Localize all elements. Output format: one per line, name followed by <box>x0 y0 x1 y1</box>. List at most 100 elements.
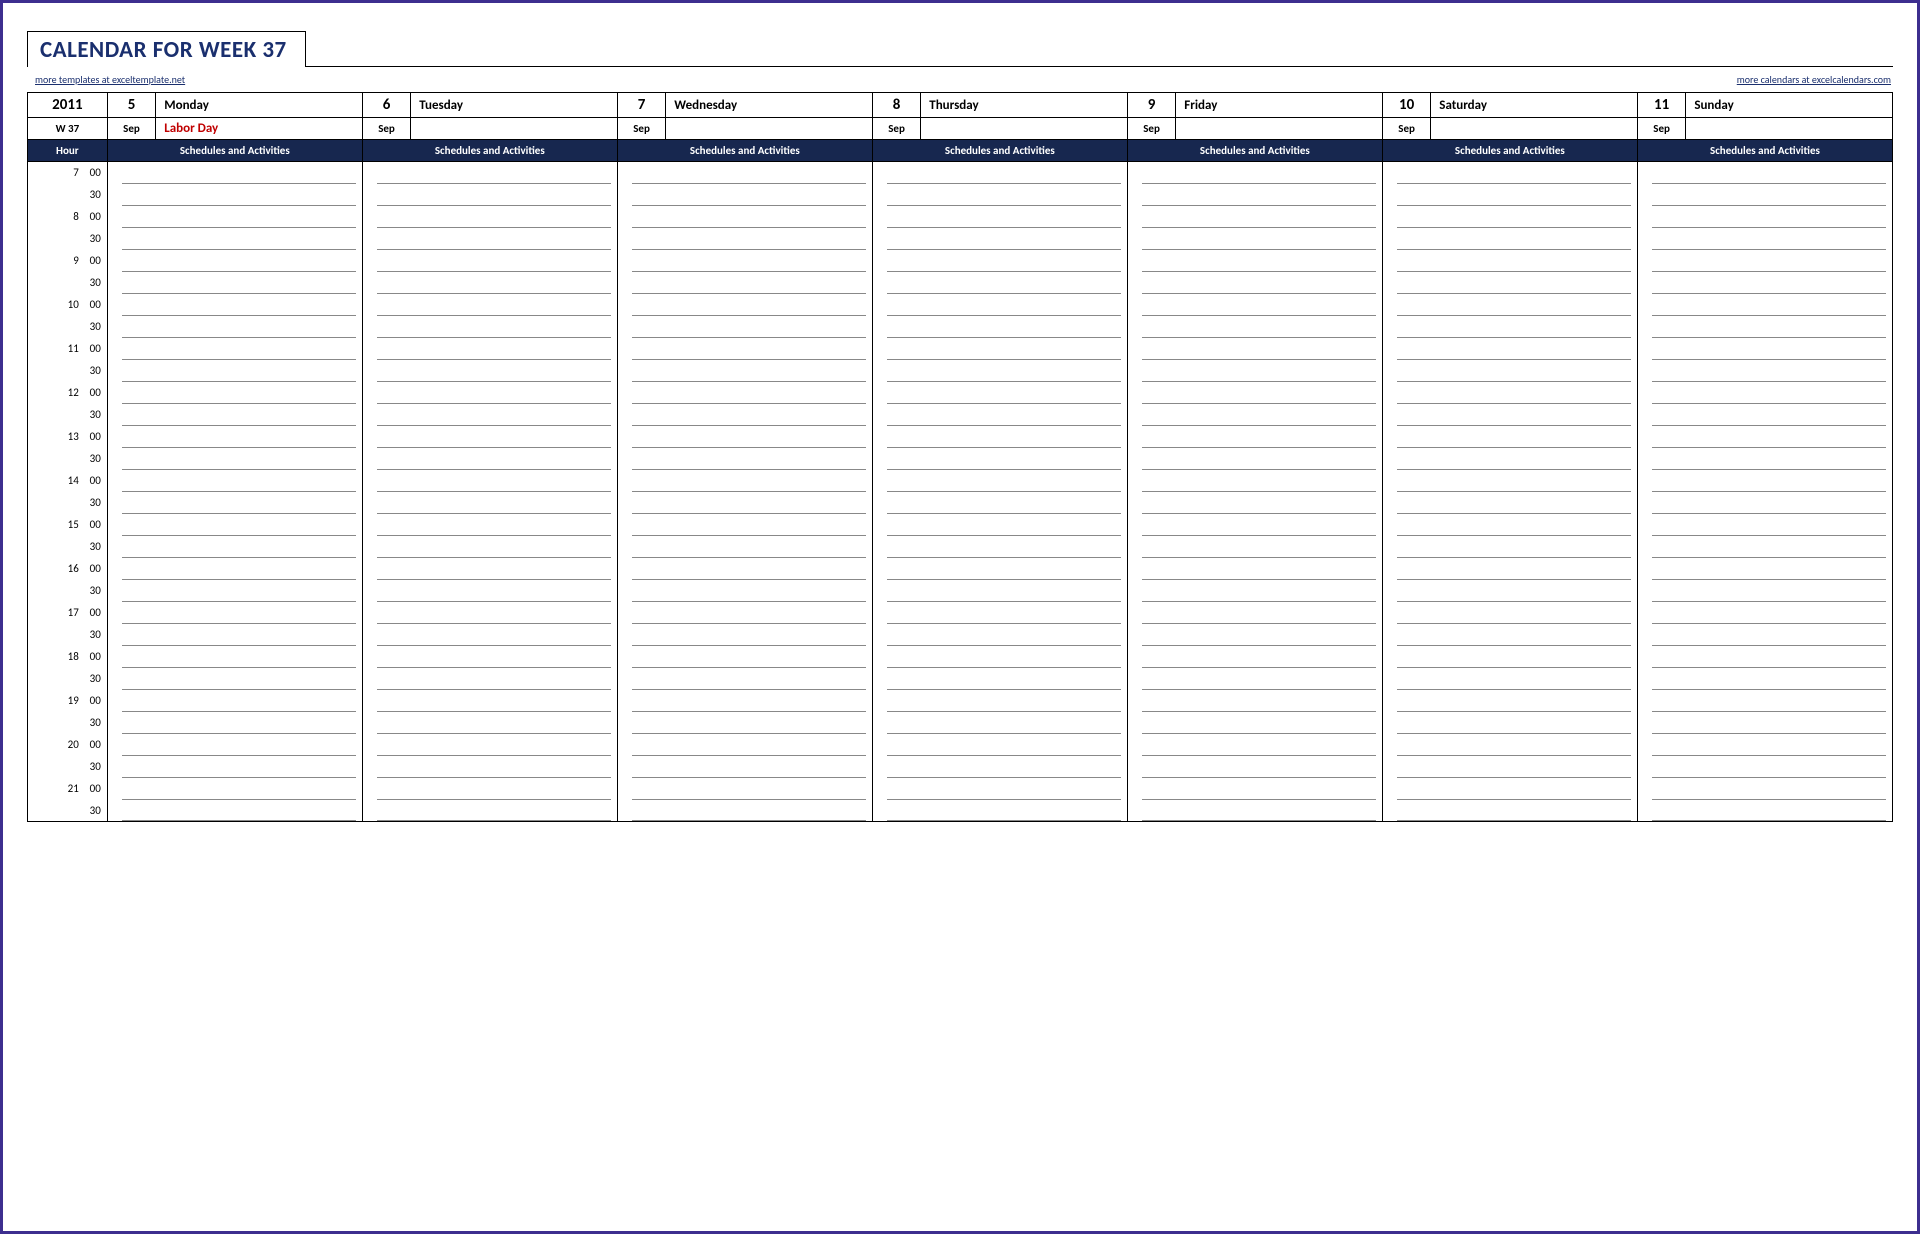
schedule-cell[interactable] <box>107 580 362 602</box>
schedule-cell[interactable] <box>1127 800 1382 822</box>
schedule-cell[interactable] <box>872 624 1127 646</box>
schedule-cell[interactable] <box>1382 514 1637 536</box>
schedule-cell[interactable] <box>1382 690 1637 712</box>
schedule-cell[interactable] <box>617 294 872 316</box>
schedule-cell[interactable] <box>362 470 617 492</box>
schedule-cell[interactable] <box>1637 338 1892 360</box>
schedule-cell[interactable] <box>362 624 617 646</box>
schedule-cell[interactable] <box>1382 228 1637 250</box>
schedule-cell[interactable] <box>617 470 872 492</box>
schedule-cell[interactable] <box>362 668 617 690</box>
schedule-cell[interactable] <box>617 580 872 602</box>
schedule-cell[interactable] <box>1127 184 1382 206</box>
schedule-cell[interactable] <box>1127 712 1382 734</box>
schedule-cell[interactable] <box>107 162 362 184</box>
schedule-cell[interactable] <box>1127 448 1382 470</box>
schedule-cell[interactable] <box>1382 734 1637 756</box>
schedule-cell[interactable] <box>1637 426 1892 448</box>
schedule-cell[interactable] <box>1382 294 1637 316</box>
schedule-cell[interactable] <box>107 668 362 690</box>
schedule-cell[interactable] <box>872 162 1127 184</box>
schedule-cell[interactable] <box>1127 470 1382 492</box>
schedule-cell[interactable] <box>1637 800 1892 822</box>
schedule-cell[interactable] <box>1127 338 1382 360</box>
schedule-cell[interactable] <box>872 734 1127 756</box>
schedule-cell[interactable] <box>1637 206 1892 228</box>
schedule-cell[interactable] <box>872 800 1127 822</box>
schedule-cell[interactable] <box>617 426 872 448</box>
schedule-cell[interactable] <box>1127 580 1382 602</box>
schedule-cell[interactable] <box>107 382 362 404</box>
schedule-cell[interactable] <box>1637 668 1892 690</box>
schedule-cell[interactable] <box>1637 646 1892 668</box>
schedule-cell[interactable] <box>1127 426 1382 448</box>
schedule-cell[interactable] <box>107 778 362 800</box>
schedule-cell[interactable] <box>1637 756 1892 778</box>
schedule-cell[interactable] <box>872 580 1127 602</box>
schedule-cell[interactable] <box>1382 668 1637 690</box>
schedule-cell[interactable] <box>1382 382 1637 404</box>
schedule-cell[interactable] <box>1637 272 1892 294</box>
schedule-cell[interactable] <box>1637 184 1892 206</box>
schedule-cell[interactable] <box>107 712 362 734</box>
schedule-cell[interactable] <box>617 184 872 206</box>
schedule-cell[interactable] <box>107 624 362 646</box>
schedule-cell[interactable] <box>1382 448 1637 470</box>
schedule-cell[interactable] <box>362 228 617 250</box>
schedule-cell[interactable] <box>1637 514 1892 536</box>
schedule-cell[interactable] <box>1382 624 1637 646</box>
schedule-cell[interactable] <box>107 184 362 206</box>
schedule-cell[interactable] <box>1637 734 1892 756</box>
schedule-cell[interactable] <box>107 294 362 316</box>
schedule-cell[interactable] <box>617 448 872 470</box>
schedule-cell[interactable] <box>362 536 617 558</box>
schedule-cell[interactable] <box>1382 404 1637 426</box>
schedule-cell[interactable] <box>1127 294 1382 316</box>
schedule-cell[interactable] <box>872 756 1127 778</box>
schedule-cell[interactable] <box>1127 536 1382 558</box>
schedule-cell[interactable] <box>872 712 1127 734</box>
schedule-cell[interactable] <box>362 206 617 228</box>
schedule-cell[interactable] <box>1637 404 1892 426</box>
schedule-cell[interactable] <box>362 712 617 734</box>
schedule-cell[interactable] <box>872 184 1127 206</box>
schedule-cell[interactable] <box>617 206 872 228</box>
schedule-cell[interactable] <box>1637 624 1892 646</box>
schedule-cell[interactable] <box>362 646 617 668</box>
schedule-cell[interactable] <box>617 602 872 624</box>
schedule-cell[interactable] <box>1382 646 1637 668</box>
schedule-cell[interactable] <box>107 316 362 338</box>
schedule-cell[interactable] <box>872 536 1127 558</box>
schedule-cell[interactable] <box>1127 382 1382 404</box>
schedule-cell[interactable] <box>1637 712 1892 734</box>
schedule-cell[interactable] <box>617 514 872 536</box>
schedule-cell[interactable] <box>1382 580 1637 602</box>
schedule-cell[interactable] <box>362 580 617 602</box>
schedule-cell[interactable] <box>617 778 872 800</box>
schedule-cell[interactable] <box>617 316 872 338</box>
schedule-cell[interactable] <box>107 448 362 470</box>
schedule-cell[interactable] <box>617 690 872 712</box>
schedule-cell[interactable] <box>107 360 362 382</box>
schedule-cell[interactable] <box>872 272 1127 294</box>
schedule-cell[interactable] <box>362 272 617 294</box>
schedule-cell[interactable] <box>617 272 872 294</box>
schedule-cell[interactable] <box>1127 228 1382 250</box>
schedule-cell[interactable] <box>1127 514 1382 536</box>
schedule-cell[interactable] <box>1127 734 1382 756</box>
schedule-cell[interactable] <box>617 382 872 404</box>
schedule-cell[interactable] <box>362 800 617 822</box>
schedule-cell[interactable] <box>872 492 1127 514</box>
schedule-cell[interactable] <box>1637 602 1892 624</box>
schedule-cell[interactable] <box>362 382 617 404</box>
more-templates-link[interactable]: more templates at exceltemplate.net <box>35 73 185 86</box>
schedule-cell[interactable] <box>872 250 1127 272</box>
schedule-cell[interactable] <box>872 228 1127 250</box>
schedule-cell[interactable] <box>1127 206 1382 228</box>
schedule-cell[interactable] <box>362 404 617 426</box>
schedule-cell[interactable] <box>1637 470 1892 492</box>
schedule-cell[interactable] <box>362 734 617 756</box>
schedule-cell[interactable] <box>617 800 872 822</box>
schedule-cell[interactable] <box>107 646 362 668</box>
schedule-cell[interactable] <box>1382 778 1637 800</box>
